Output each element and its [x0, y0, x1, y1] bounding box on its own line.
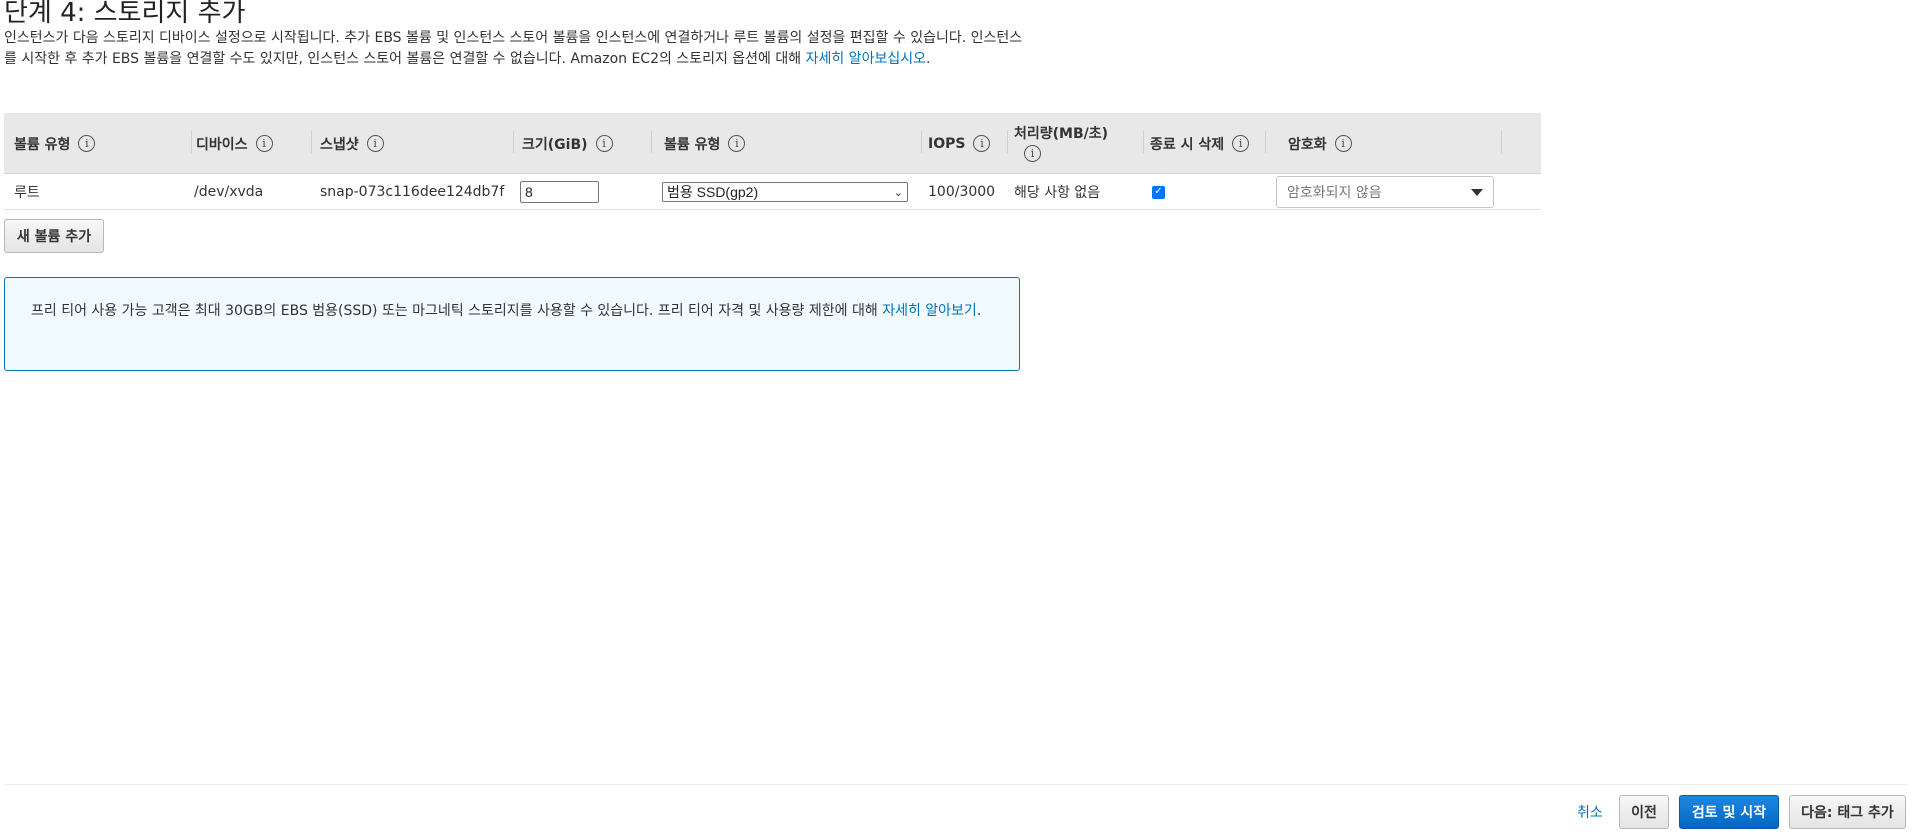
- info-icon[interactable]: i: [1232, 135, 1250, 152]
- header-iops-label: IOPS: [928, 135, 966, 152]
- notice-end: .: [976, 303, 982, 319]
- header-device: 디바이스 i: [196, 113, 312, 174]
- column-separator: [513, 131, 514, 153]
- cell-delete-on-termination: ✓: [1152, 174, 1165, 210]
- next-add-tags-button[interactable]: 다음: 태그 추가: [1789, 795, 1906, 829]
- checkmark-icon: ✓: [1154, 186, 1163, 197]
- cancel-link[interactable]: 취소: [1577, 800, 1603, 824]
- delete-on-termination-checkbox[interactable]: ✓: [1152, 185, 1165, 199]
- free-tier-learn-more-link[interactable]: 자세히 알아보기: [882, 303, 977, 319]
- footer-divider: [4, 784, 1908, 785]
- cell-ebs-volume-type: 범용 SSD(gp2) ⌄: [662, 174, 908, 210]
- header-encryption-label: 암호화: [1288, 136, 1327, 153]
- header-size-label: 크기(GiB): [522, 136, 588, 153]
- encryption-selected: 암호화되지 않음: [1287, 185, 1382, 201]
- description-end: .: [925, 51, 931, 67]
- header-ebs-volume-type-label: 볼륨 유형: [664, 136, 721, 153]
- free-tier-notice: 프리 티어 사용 가능 고객은 최대 30GB의 EBS 범용(SSD) 또는 …: [4, 277, 1020, 371]
- info-icon[interactable]: i: [78, 135, 96, 152]
- cell-iops: 100/3000: [928, 184, 996, 200]
- learn-more-storage-link[interactable]: 자세히 알아보십시오: [806, 51, 926, 67]
- notice-text: 프리 티어 사용 가능 고객은 최대 30GB의 EBS 범용(SSD) 또는 …: [31, 303, 883, 319]
- column-separator: [1265, 131, 1266, 153]
- previous-button[interactable]: 이전: [1619, 795, 1669, 829]
- column-separator: [1143, 131, 1144, 153]
- cell-device: /dev/xvda: [194, 184, 264, 200]
- header-ebs-volume-type: 볼륨 유형 i: [664, 113, 922, 174]
- header-encryption: 암호화 i: [1288, 113, 1502, 174]
- header-volume-type-label: 볼륨 유형: [14, 136, 71, 153]
- header-volume-type: 볼륨 유형 i: [14, 113, 192, 174]
- table-row: 루트 /dev/xvda snap-073c116dee124db7f 범용 S…: [4, 174, 1541, 210]
- storage-table: 볼륨 유형 i 디바이스 i 스냅샷 i 크기(GiB) i 볼륨 유형 i I…: [4, 113, 1541, 210]
- column-separator: [1501, 131, 1502, 153]
- header-snapshot: 스냅샷 i: [320, 113, 514, 174]
- cell-encryption: 암호화되지 않음: [1276, 174, 1494, 210]
- encryption-select[interactable]: 암호화되지 않음: [1276, 176, 1494, 208]
- column-separator: [191, 131, 192, 153]
- chevron-down-icon: ⌄: [893, 186, 903, 199]
- info-icon[interactable]: i: [1334, 135, 1352, 152]
- info-icon[interactable]: i: [595, 135, 613, 152]
- header-snapshot-label: 스냅샷: [320, 136, 359, 153]
- volume-type-select[interactable]: 범용 SSD(gp2) ⌄: [662, 182, 908, 202]
- header-device-label: 디바이스: [196, 136, 248, 153]
- column-separator: [311, 131, 312, 153]
- cell-volume-type: 루트: [14, 185, 40, 201]
- review-and-launch-button[interactable]: 검토 및 시작: [1679, 795, 1779, 829]
- header-throughput: 처리량(MB/초) i: [1014, 113, 1144, 174]
- header-throughput-label: 처리량(MB/초): [1014, 126, 1109, 142]
- info-icon[interactable]: i: [973, 135, 991, 152]
- size-input[interactable]: [520, 181, 599, 203]
- cell-throughput: 해당 사항 없음: [1014, 185, 1101, 201]
- page-description: 인스턴스가 다음 스토리지 디바이스 설정으로 시작됩니다. 추가 EBS 볼륨…: [4, 28, 1034, 70]
- info-icon[interactable]: i: [366, 135, 384, 152]
- table-header: 볼륨 유형 i 디바이스 i 스냅샷 i 크기(GiB) i 볼륨 유형 i I…: [4, 113, 1541, 174]
- cell-snapshot: snap-073c116dee124db7f: [320, 184, 505, 200]
- add-volume-button[interactable]: 새 볼륨 추가: [4, 219, 104, 253]
- column-separator: [1007, 131, 1008, 153]
- info-icon[interactable]: i: [255, 135, 273, 152]
- header-size: 크기(GiB) i: [522, 113, 652, 174]
- cell-size: [520, 174, 599, 210]
- header-iops: IOPS i: [928, 113, 1008, 174]
- volume-type-selected: 범용 SSD(gp2): [667, 184, 759, 200]
- info-icon[interactable]: i: [728, 135, 746, 152]
- page-title: 단계 4: 스토리지 추가: [4, 0, 246, 28]
- column-separator: [921, 131, 922, 153]
- caret-down-icon: [1471, 188, 1483, 196]
- info-icon[interactable]: i: [1024, 145, 1041, 162]
- header-delete-on-termination: 종료 시 삭제 i: [1150, 113, 1266, 174]
- column-separator: [651, 131, 652, 153]
- header-delete-on-termination-label: 종료 시 삭제: [1150, 136, 1225, 153]
